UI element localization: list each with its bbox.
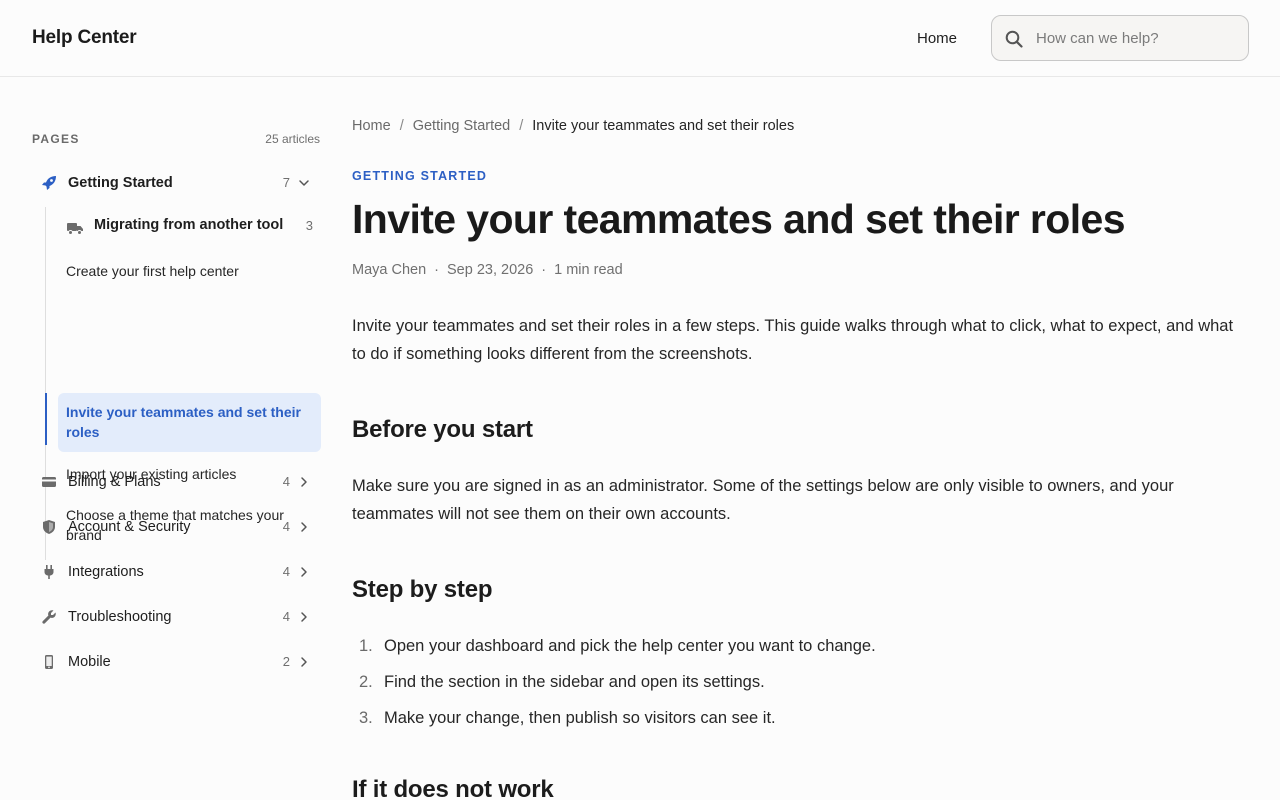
step-item: 1. Open your dashboard and pick the help… xyxy=(352,632,1232,660)
step-text: Find the section in the sidebar and open… xyxy=(384,673,765,691)
search-input[interactable] xyxy=(1036,26,1236,50)
chevron-right-icon xyxy=(301,657,307,667)
top-header: Help Center Home xyxy=(0,0,1280,77)
chevron-right-icon xyxy=(301,477,307,487)
plug-icon xyxy=(44,565,54,579)
search-box[interactable] xyxy=(991,15,1249,61)
sidebar-item-label: Integrations xyxy=(68,564,144,580)
article-intro: Invite your teammates and set their role… xyxy=(352,317,1234,363)
chevron-right-icon xyxy=(301,522,307,532)
breadcrumb-home[interactable]: Home xyxy=(352,118,391,134)
article-meta: Maya Chen · Sep 23, 2026 · 1 min read xyxy=(352,262,623,278)
sidebar-item-integrations[interactable]: Integrations 4 xyxy=(32,557,320,587)
sidebar-item-count: 4 xyxy=(282,474,290,489)
step-number: 3. xyxy=(359,709,373,727)
sidebar-item-label: Troubleshooting xyxy=(68,609,172,625)
sidebar-article-invite-teammates[interactable]: Invite your teammates and set their role… xyxy=(58,393,321,452)
chevron-right-icon xyxy=(301,567,307,577)
sidebar-item-billing[interactable]: Billing & Plans 4 xyxy=(32,467,320,497)
breadcrumb-category[interactable]: Getting Started xyxy=(413,118,511,134)
sidebar-item-count: 4 xyxy=(282,564,290,579)
section-heading-if-it-does-not-work: If it does not work xyxy=(352,776,554,800)
sidebar-item-count: 4 xyxy=(282,519,290,534)
sidebar-item-count: 2 xyxy=(282,654,290,669)
page-title: Invite your teammates and set their role… xyxy=(352,196,1126,242)
sidebar-item-label: Getting Started xyxy=(68,175,173,191)
brand-logo[interactable]: Help Center xyxy=(32,27,137,49)
chevron-down-icon xyxy=(299,180,309,186)
section-heading-step-by-step: Step by step xyxy=(352,576,493,603)
step-text: Make your change, then publish so visito… xyxy=(384,709,776,727)
section-heading-before-you-start: Before you start xyxy=(352,416,533,443)
step-number: 1. xyxy=(359,637,373,655)
article-author: Maya Chen xyxy=(352,262,427,278)
step-item: 2. Find the section in the sidebar and o… xyxy=(352,668,1232,696)
article-link-label: Invite your teammates and set their role… xyxy=(66,404,301,440)
nav-home-link[interactable]: Home xyxy=(917,30,957,47)
breadcrumb-separator: / xyxy=(399,118,404,134)
step-item: 3. Make your change, then publish so vis… xyxy=(352,704,1232,732)
sidebar-header: PAGES 25 articles xyxy=(32,132,320,148)
sidebar-item-count: 4 xyxy=(282,609,290,624)
article-link-label: Create your first help center xyxy=(66,263,239,279)
sidebar-item-label: Account & Security xyxy=(68,519,191,535)
sidebar-article-count: 25 articles xyxy=(265,132,320,146)
getting-started-subtree: Migrating from another tool 3 Create you… xyxy=(45,207,321,560)
article-date: Sep 23, 2026 xyxy=(447,262,534,278)
subgroup-label: Migrating from another tool xyxy=(94,217,284,233)
active-indicator xyxy=(45,393,47,445)
step-text: Open your dashboard and pick the help ce… xyxy=(384,637,876,655)
breadcrumb: Home / Getting Started / Invite your teammat… xyxy=(352,118,794,134)
meta-separator: · xyxy=(541,262,547,278)
section-body-before-you-start: Make sure you are signed in as an admini… xyxy=(352,477,1174,523)
rocket-icon xyxy=(42,176,56,190)
article-read-time: 1 min read xyxy=(554,262,623,278)
sidebar-item-label: Billing & Plans xyxy=(68,474,161,490)
sidebar-item-mobile[interactable]: Mobile 2 xyxy=(32,647,320,677)
sidebar-article-create-help-center[interactable]: Create your first help center xyxy=(58,259,321,283)
sidebar-item-account-security[interactable]: Account & Security 4 xyxy=(32,512,320,542)
step-number: 2. xyxy=(359,673,373,691)
breadcrumb-separator: / xyxy=(519,118,524,134)
wrench-icon xyxy=(42,610,56,624)
meta-separator: · xyxy=(434,262,439,278)
phone-icon xyxy=(45,655,53,669)
sidebar-item-getting-started[interactable]: Getting Started 7 xyxy=(32,168,320,198)
credit-card-icon xyxy=(42,477,56,487)
shield-icon xyxy=(43,520,55,534)
search-icon xyxy=(1005,30,1023,48)
sidebar-item-label: Mobile xyxy=(68,654,111,670)
chevron-right-icon xyxy=(301,612,307,622)
sidebar-title: PAGES xyxy=(32,132,80,146)
sidebar-item-troubleshooting[interactable]: Troubleshooting 4 xyxy=(32,602,320,632)
article-category-label[interactable]: GETTING STARTED xyxy=(352,169,487,183)
sidebar-subgroup-migrating[interactable]: Migrating from another tool 3 xyxy=(58,215,321,241)
subgroup-count: 3 xyxy=(305,218,313,233)
truck-icon xyxy=(67,223,83,235)
breadcrumb-current: Invite your teammates and set their role… xyxy=(532,118,795,134)
sidebar-item-count: 7 xyxy=(282,175,290,190)
